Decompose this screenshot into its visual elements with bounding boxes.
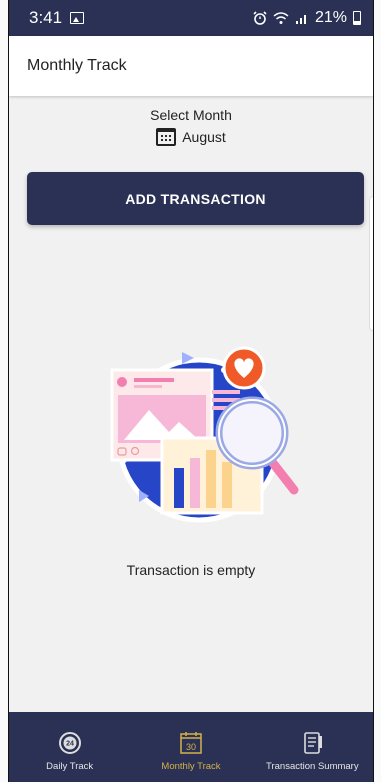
page-title: Monthly Track — [27, 57, 127, 74]
app-bar: Monthly Track — [9, 36, 373, 96]
select-month-label: Select Month — [150, 106, 232, 123]
nav-monthly-track[interactable]: 30 Monthly Track — [131, 731, 251, 772]
bottom-navigation: 24 Daily Track 30 Monthly Track Transact… — [9, 712, 373, 782]
nav-transaction-summary[interactable]: Transaction Summary — [252, 731, 372, 772]
side-drawer-handle[interactable] — [369, 196, 373, 331]
document-summary-icon — [304, 732, 323, 754]
wifi-icon — [273, 12, 289, 24]
signal-icon — [295, 15, 306, 24]
svg-text:24: 24 — [66, 741, 74, 748]
calendar-icon — [156, 127, 177, 146]
status-time: 3:41 — [29, 8, 63, 27]
month-selector[interactable]: Select Month August — [9, 96, 373, 156]
nav-daily-track[interactable]: 24 Daily Track — [10, 731, 130, 772]
nav-label-summary: Transaction Summary — [266, 761, 359, 772]
nav-label-daily: Daily Track — [46, 761, 94, 772]
gallery-notification-icon — [70, 12, 85, 24]
calendar-day-number: 30 — [186, 742, 196, 752]
empty-state-illustration-icon — [110, 346, 299, 523]
calendar-30-icon: 30 — [180, 732, 202, 754]
left-gutter — [0, 0, 8, 782]
battery-percent: 21% — [314, 9, 347, 26]
battery-icon — [353, 11, 361, 25]
status-bar: 3:41 21% — [9, 0, 373, 36]
selected-month: August — [182, 128, 226, 145]
right-gutter — [374, 0, 381, 782]
add-transaction-button[interactable]: ADD TRANSACTION — [27, 172, 364, 225]
phone-screen: 3:41 21% Monthly Track Select Month Augu… — [8, 0, 374, 782]
month-value-row[interactable]: August — [156, 127, 226, 146]
empty-state-message: Transaction is empty — [126, 562, 256, 578]
nav-label-monthly: Monthly Track — [161, 761, 221, 772]
alarm-icon — [253, 11, 267, 25]
clock-24-icon: 24 — [58, 732, 81, 754]
